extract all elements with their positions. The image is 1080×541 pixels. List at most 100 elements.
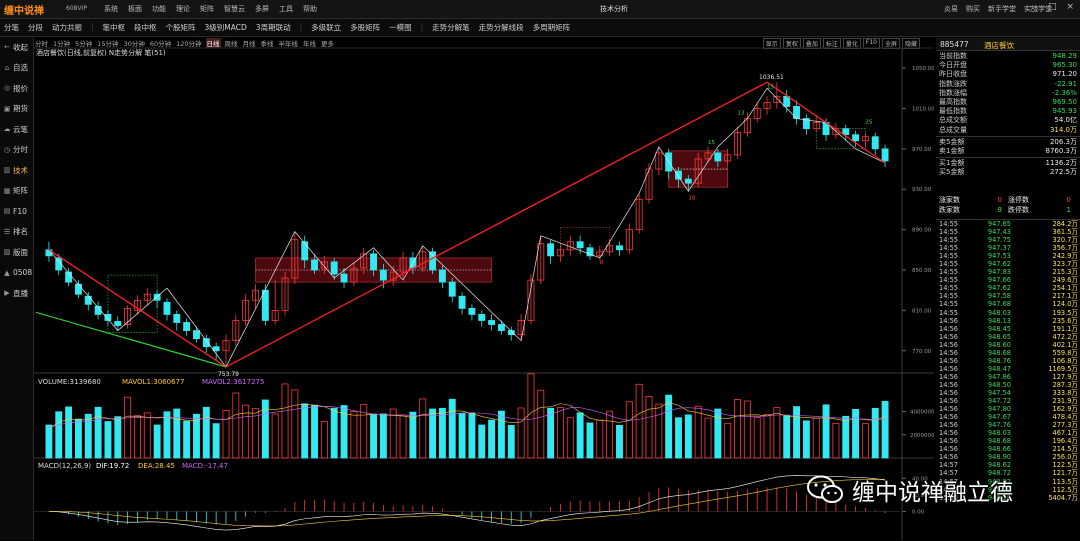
- volume-bar: [301, 403, 309, 459]
- volume-bar: [488, 419, 496, 459]
- volume-bar: [399, 414, 407, 459]
- sidebar-item-label: 期货: [13, 104, 28, 114]
- volume-bar: [320, 421, 328, 459]
- right-menu-item[interactable]: 购买: [966, 4, 980, 14]
- menu-item[interactable]: 帮助: [303, 4, 317, 14]
- rank-icon: ☰: [3, 227, 11, 236]
- right-menu-item[interactable]: 新手学堂: [988, 4, 1016, 14]
- segment-box: [560, 227, 610, 251]
- tick-time: 14:56: [939, 429, 959, 438]
- tick-price: 947.80: [987, 405, 1011, 414]
- menu-item[interactable]: 板面: [128, 4, 142, 14]
- tick-time: 14:56: [939, 388, 959, 397]
- sidebar-item-label: 排名: [13, 227, 28, 237]
- toolbar-item[interactable]: 一模图: [389, 22, 412, 33]
- analysis-toolbar: 分笔 分段 动力共振 | 笔中枢 段中枢 个股矩阵 3级别MACD 3周期联动 | 多级联立 多股矩阵…: [0, 19, 1080, 37]
- sidebar-item[interactable]: ▶ 直播: [0, 283, 33, 304]
- toolbar-item[interactable]: 走势分解线段: [479, 22, 524, 33]
- tick-volume: 478.4万: [1052, 413, 1078, 422]
- sidebar-item[interactable]: ▧ 版面: [0, 242, 33, 263]
- volume-bar: [429, 408, 437, 459]
- sidebar-item[interactable]: ▤ F10: [0, 201, 33, 222]
- breadth-cell: 跌家数 9: [939, 206, 1008, 216]
- volume-bar: [497, 410, 505, 459]
- vol-ma1-label: MAVOL1:3060677: [122, 378, 184, 386]
- menu-item[interactable]: 矩阵: [200, 4, 214, 14]
- volume-bar: [734, 399, 741, 459]
- toolbar-item[interactable]: 多周期矩阵: [533, 22, 571, 33]
- volume-bar: [55, 411, 63, 459]
- candle-body: [842, 128, 850, 136]
- volume-bar: [763, 414, 771, 459]
- toolbar-item[interactable]: 多股矩阵: [350, 22, 380, 33]
- volume-bar: [802, 420, 810, 459]
- tick-price: 948.50: [987, 380, 1011, 389]
- volume-bar: [694, 405, 702, 459]
- toolbar-item[interactable]: 多级联立: [311, 22, 341, 33]
- info-value: -22.91: [1054, 79, 1077, 88]
- candle-body: [675, 170, 682, 180]
- volume-bar: [478, 424, 486, 459]
- breadth-label: 跌家数: [939, 205, 960, 214]
- toolbar-item[interactable]: 段中枢: [134, 22, 157, 33]
- info-value: 969.50: [1052, 97, 1078, 106]
- toolbar-item[interactable]: 分笔: [4, 22, 19, 33]
- menu-item[interactable]: 工具: [279, 4, 293, 14]
- menu-item[interactable]: 多屏: [255, 4, 269, 14]
- macd-macd-label: MACD:-17.47: [182, 462, 228, 470]
- volume-bar: [596, 419, 604, 459]
- tick-price: 948.66: [987, 445, 1011, 454]
- tick-row: 14:57 948.62 122.5万: [936, 461, 1080, 469]
- tick-volume: 122.5万: [1052, 461, 1078, 470]
- minimize-button[interactable]: —: [1029, 2, 1038, 12]
- tick-volume: 5404.7万: [1048, 493, 1078, 502]
- sidebar-item[interactable]: ▣ 期货: [0, 99, 33, 120]
- sidebar-item[interactable]: ☁ 云笔: [0, 119, 33, 140]
- sidebar-item[interactable]: ▦ 矩阵: [0, 181, 33, 202]
- window-controls: — □ ×: [1029, 2, 1074, 12]
- sidebar-item[interactable]: ◷ 分时: [0, 140, 33, 161]
- sidebar-item-label: F10: [13, 206, 27, 216]
- toolbar-item[interactable]: 动力共振: [52, 22, 82, 33]
- menu-item[interactable]: 理论: [176, 4, 190, 14]
- tick-volume: 127.9万: [1052, 372, 1078, 381]
- breadth-value: 1: [1066, 205, 1071, 214]
- menu-item[interactable]: 系统: [104, 4, 118, 14]
- volume-bar: [379, 413, 387, 459]
- y-tick-label: 810.00: [912, 308, 932, 314]
- toolbar-item[interactable]: 笔中枢: [103, 22, 126, 33]
- menu-item[interactable]: 智慧云: [224, 4, 245, 14]
- sidebar-item[interactable]: ☰ 排名: [0, 222, 33, 243]
- tick-time: 14:56: [939, 332, 959, 341]
- volume-bar: [625, 401, 633, 459]
- candle-body: [65, 271, 73, 283]
- volume-bar: [547, 407, 555, 459]
- toolbar-item[interactable]: 3级别MACD: [205, 22, 247, 33]
- stock-header: 885477 酒店餐饮: [936, 38, 1080, 51]
- volume-bar: [714, 408, 722, 459]
- toolbar-item[interactable]: 走势分解笔: [432, 22, 470, 33]
- kline-chart[interactable]: 1050.001010.00970.00930.00890.00850.0081…: [34, 38, 934, 540]
- tick-row: 14:56 948.47 1169.5万: [936, 365, 1080, 373]
- sidebar-item[interactable]: ▲ 0508: [0, 263, 33, 284]
- tick-time: 14:56: [939, 364, 959, 373]
- maximize-button[interactable]: □: [1048, 2, 1057, 12]
- tick-price: 948.76: [987, 356, 1011, 365]
- toolbar-item[interactable]: 个股矩阵: [166, 22, 196, 33]
- menu-item[interactable]: 功能: [152, 4, 166, 14]
- candle-body: [429, 251, 437, 271]
- sidebar-item[interactable]: ◎ 报价: [0, 78, 33, 99]
- y-tick-label: 1010.00: [912, 106, 934, 112]
- tick-time: 14:57: [939, 461, 959, 470]
- tick-row: 14:56 948.66 214.5万: [936, 445, 1080, 453]
- tick-time: 14:55: [939, 308, 959, 317]
- sidebar-item[interactable]: ← 收起: [0, 37, 33, 58]
- tick-price: 947.83: [987, 268, 1011, 277]
- close-button[interactable]: ×: [1066, 2, 1074, 12]
- toolbar-item[interactable]: 分段: [28, 22, 43, 33]
- sidebar-item[interactable]: ⌂ 自选: [0, 58, 33, 79]
- toolbar-item[interactable]: 3周期联动: [256, 22, 291, 33]
- tick-price: 947.66: [987, 276, 1011, 285]
- sidebar-item[interactable]: ▥ 技术: [0, 160, 33, 181]
- right-menu-item[interactable]: 炎易: [944, 4, 958, 14]
